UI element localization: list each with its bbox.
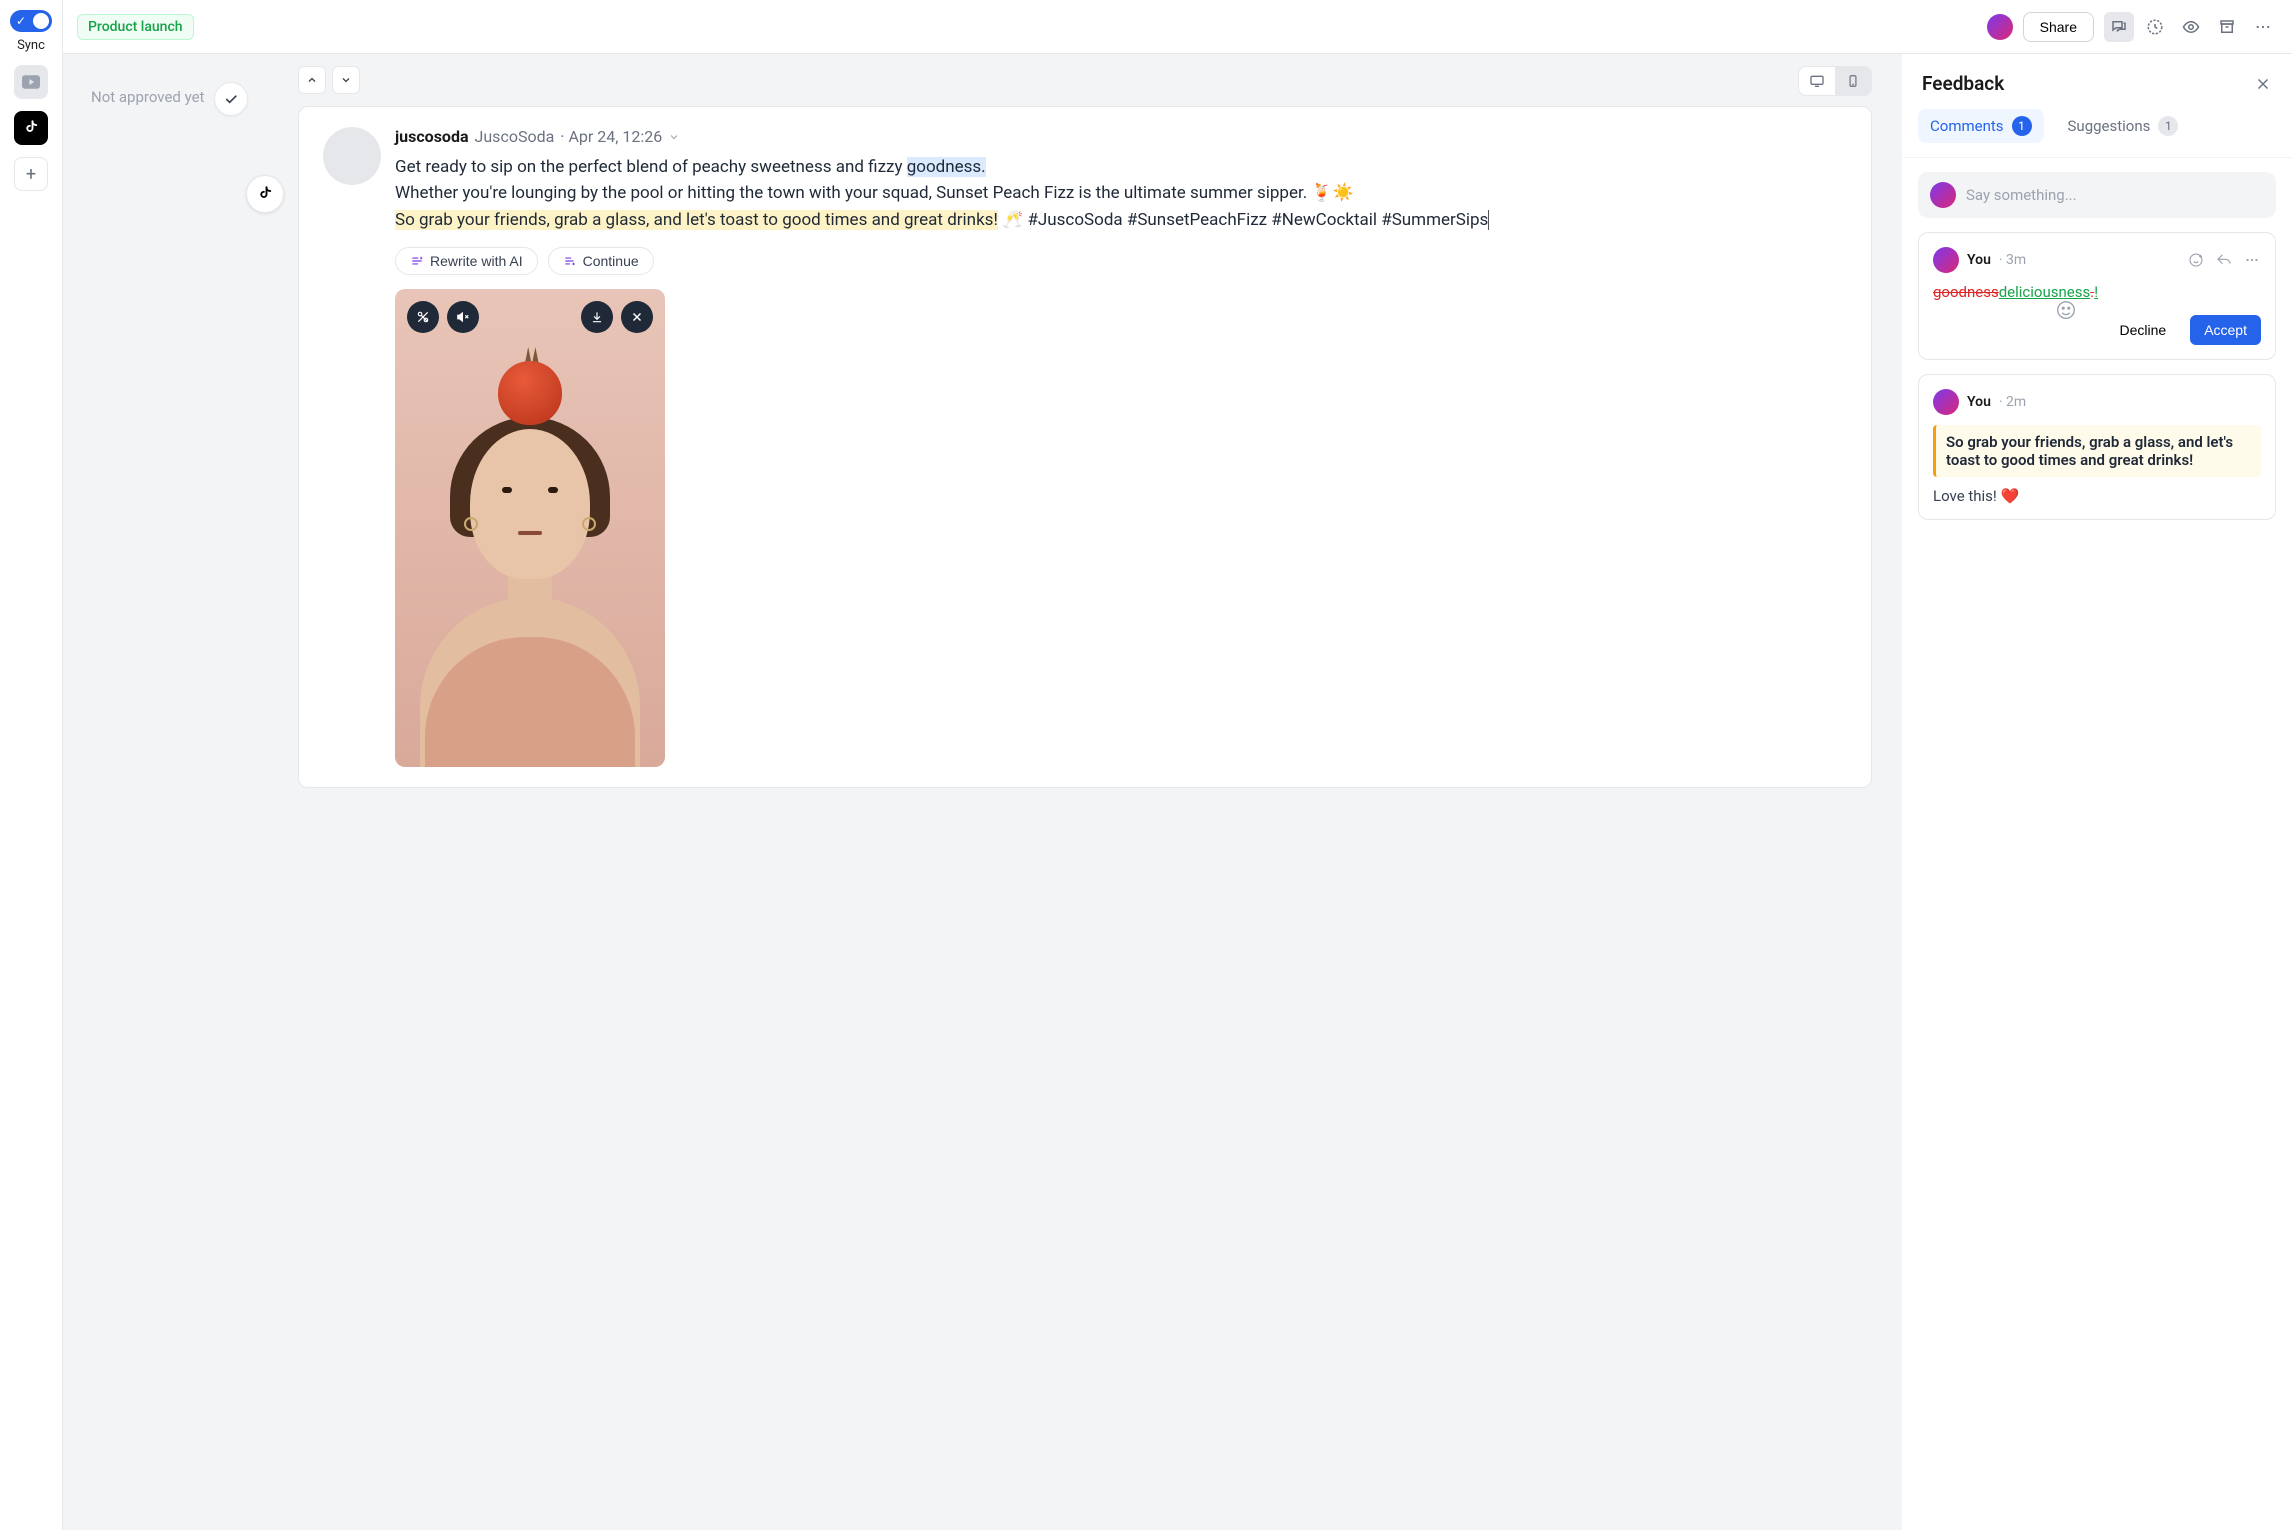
tab-comments[interactable]: Comments 1 <box>1918 109 2044 143</box>
campaign-tag[interactable]: Product launch <box>77 14 194 40</box>
comment-more-icon[interactable] <box>2243 251 2261 269</box>
post-text: 🥂 #JuscoSoda #SunsetPeachFizz #NewCockta… <box>998 210 1488 230</box>
comment-time: · 2m <box>1999 394 2026 410</box>
prev-post-button[interactable] <box>298 66 326 94</box>
post-text: Get ready to sip on the perfect blend of… <box>395 157 907 177</box>
react-icon[interactable] <box>2187 251 2205 269</box>
history-icon[interactable] <box>2140 12 2170 42</box>
comment-text: Love this! ❤️ <box>1933 487 2261 505</box>
rewrite-ai-button[interactable]: Rewrite with AI <box>395 247 538 275</box>
comment-author: You <box>1967 252 1991 268</box>
date-dropdown-icon[interactable] <box>668 131 680 143</box>
archive-icon[interactable] <box>2212 12 2242 42</box>
comment-avatar <box>1933 389 1959 415</box>
post-platform-tiktok-icon[interactable] <box>246 175 284 213</box>
post-media[interactable] <box>395 289 665 767</box>
user-avatar[interactable] <box>1987 14 2013 40</box>
add-channel-button[interactable]: + <box>14 157 48 191</box>
approval-status: Not approved yet <box>91 82 204 106</box>
mobile-view-button[interactable] <box>1835 67 1871 95</box>
comments-count-badge: 1 <box>2012 116 2032 136</box>
post-text: Whether you're lounging by the pool or h… <box>395 183 1354 203</box>
suggestion-diff: goodnessdeliciousness.! <box>1933 283 2261 301</box>
next-post-button[interactable] <box>332 66 360 94</box>
post-area: juscosoda JuscoSoda · Apr 24, 12:26 Get … <box>298 54 1902 1530</box>
reply-icon[interactable] <box>2215 251 2233 269</box>
left-rail: ✓ Sync + <box>0 0 62 1530</box>
sync-label: Sync <box>17 38 45 53</box>
remove-media-button[interactable] <box>621 301 653 333</box>
accept-button[interactable]: Accept <box>2190 315 2261 345</box>
emoji-picker-icon[interactable] <box>2055 299 2077 321</box>
decline-button[interactable]: Decline <box>2105 315 2180 345</box>
comments-icon[interactable] <box>2104 12 2134 42</box>
tab-comments-label: Comments <box>1930 117 2004 135</box>
post-body[interactable]: Get ready to sip on the perfect blend of… <box>395 154 1847 233</box>
crop-button[interactable] <box>407 301 439 333</box>
comment-card: You · 2m So grab your friends, grab a gl… <box>1918 374 2276 520</box>
more-icon[interactable] <box>2248 12 2278 42</box>
download-button[interactable] <box>581 301 613 333</box>
approval-column: Not approved yet <box>63 54 298 1530</box>
rewrite-label: Rewrite with AI <box>430 253 523 269</box>
comment-time: · 3m <box>1999 252 2026 268</box>
post-highlight-suggestion: goodness. <box>907 157 986 177</box>
comment-author: You <box>1967 394 1991 410</box>
post-date: · Apr 24, 12:26 <box>560 127 662 146</box>
preview-icon[interactable] <box>2176 12 2206 42</box>
comment-placeholder: Say something... <box>1966 186 2077 204</box>
continue-ai-button[interactable]: Continue <box>548 247 654 275</box>
tab-suggestions[interactable]: Suggestions 1 <box>2056 109 2191 143</box>
post-highlight-comment: So grab your friends, grab a glass, and … <box>395 210 998 230</box>
feedback-panel: Feedback Comments 1 Suggestions 1 <box>1902 54 2292 1530</box>
mute-button[interactable] <box>447 301 479 333</box>
feedback-title: Feedback <box>1922 72 2004 95</box>
suggestion-card: You · 3m <box>1918 232 2276 360</box>
device-toggle <box>1798 66 1872 96</box>
post-card: juscosoda JuscoSoda · Apr 24, 12:26 Get … <box>298 106 1872 788</box>
continue-icon <box>563 254 577 268</box>
magic-icon <box>410 254 424 268</box>
input-avatar <box>1930 182 1956 208</box>
continue-label: Continue <box>583 253 639 269</box>
sync-toggle[interactable]: ✓ <box>10 10 52 32</box>
youtube-icon[interactable] <box>14 65 48 99</box>
post-handle: juscosoda <box>395 127 469 146</box>
close-feedback-button[interactable] <box>2254 75 2272 93</box>
tiktok-icon[interactable] <box>14 111 48 145</box>
post-avatar <box>323 127 381 185</box>
topbar: Product launch Share <box>63 0 2292 54</box>
share-button[interactable]: Share <box>2023 12 2094 42</box>
tab-suggestions-label: Suggestions <box>2068 117 2151 135</box>
comment-avatar <box>1933 247 1959 273</box>
approve-button[interactable] <box>214 82 248 116</box>
desktop-view-button[interactable] <box>1799 67 1835 95</box>
post-display-name: JuscoSoda <box>475 127 555 146</box>
quoted-text: So grab your friends, grab a glass, and … <box>1933 425 2261 477</box>
comment-input[interactable]: Say something... <box>1918 172 2276 218</box>
suggestions-count-badge: 1 <box>2158 116 2178 136</box>
